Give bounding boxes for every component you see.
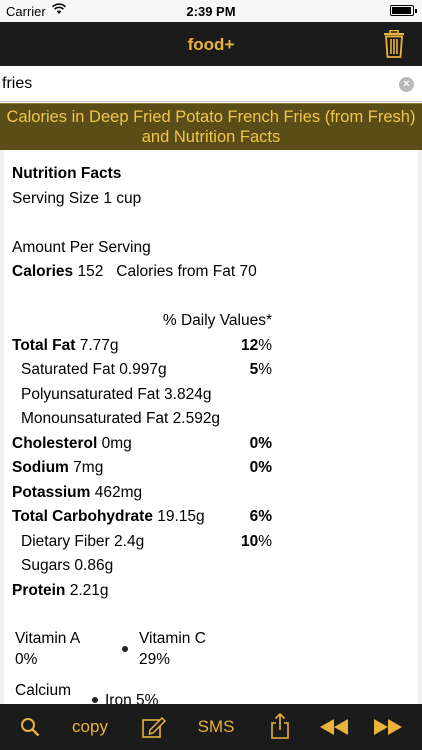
- potassium-row: Potassium 462mg: [12, 483, 143, 501]
- polyunsaturated-fat-row: Polyunsaturated Fat 3.824g: [21, 385, 212, 403]
- cholesterol-row: Cholesterol 0mg 0%: [12, 434, 272, 452]
- search-bar: ×: [0, 66, 422, 102]
- status-time: 2:39 PM: [186, 4, 236, 19]
- calcium: Calcium 1%: [15, 682, 71, 704]
- previous-button[interactable]: [314, 704, 354, 750]
- amount-per-serving: Amount Per Serving: [12, 238, 151, 256]
- share-icon: [271, 712, 289, 739]
- dietary-fiber-row: Dietary Fiber 2.4g 10%: [21, 532, 272, 550]
- sugars-row: Sugars 0.86g: [21, 557, 114, 574]
- calories-row: Calories 152 Calories from Fat 70: [12, 263, 257, 280]
- protein-row: Protein 2.21g: [12, 581, 109, 599]
- nutrition-panel: Nutrition Facts Serving Size 1 cup Amoun…: [0, 150, 422, 704]
- daily-values-header: % Daily Values*: [162, 312, 272, 329]
- bottom-toolbar: copy SMS: [0, 704, 422, 750]
- bullet-dot: [92, 697, 98, 703]
- food-headline: Calories in Deep Fried Potato French Fri…: [0, 103, 422, 150]
- rewind-icon: [320, 719, 348, 735]
- status-bar: Carrier 2:39 PM: [0, 0, 422, 22]
- bullet-dot: [122, 646, 128, 652]
- nutrition-heading: Nutrition Facts: [12, 165, 122, 182]
- trash-icon[interactable]: [382, 30, 406, 58]
- search-icon: [21, 718, 40, 737]
- edit-button[interactable]: [136, 704, 172, 750]
- nav-bar: food+: [0, 22, 422, 66]
- total-fat-row: Total Fat 7.77g 12%: [12, 336, 272, 354]
- sodium-row: Sodium 7mg 0%: [12, 459, 272, 476]
- vitamin-a: Vitamin A 0%: [15, 630, 81, 668]
- edit-icon: [142, 716, 166, 738]
- next-button[interactable]: [368, 704, 408, 750]
- serving-size: Serving Size 1 cup: [12, 189, 142, 207]
- search-button[interactable]: [10, 704, 50, 750]
- saturated-fat-row: Saturated Fat 0.997g 5%: [21, 361, 272, 378]
- monounsaturated-fat-row: Monounsaturated Fat 2.592g: [21, 410, 221, 427]
- vitamin-c: Vitamin C 29%: [139, 630, 206, 668]
- sms-button[interactable]: SMS: [188, 704, 244, 750]
- nutrition-facts: Nutrition Facts Serving Size 1 cup Amoun…: [12, 162, 272, 603]
- carbohydrate-row: Total Carbohydrate 19.15g 6%: [12, 508, 272, 525]
- fast-forward-icon: [374, 719, 402, 735]
- clear-search-icon[interactable]: ×: [399, 77, 414, 92]
- iron: Iron 5%: [105, 692, 159, 704]
- copy-button[interactable]: copy: [62, 704, 118, 750]
- search-input[interactable]: [0, 66, 390, 101]
- battery-icon: [390, 5, 417, 16]
- app-title: food+: [187, 35, 235, 54]
- share-button[interactable]: [262, 704, 298, 750]
